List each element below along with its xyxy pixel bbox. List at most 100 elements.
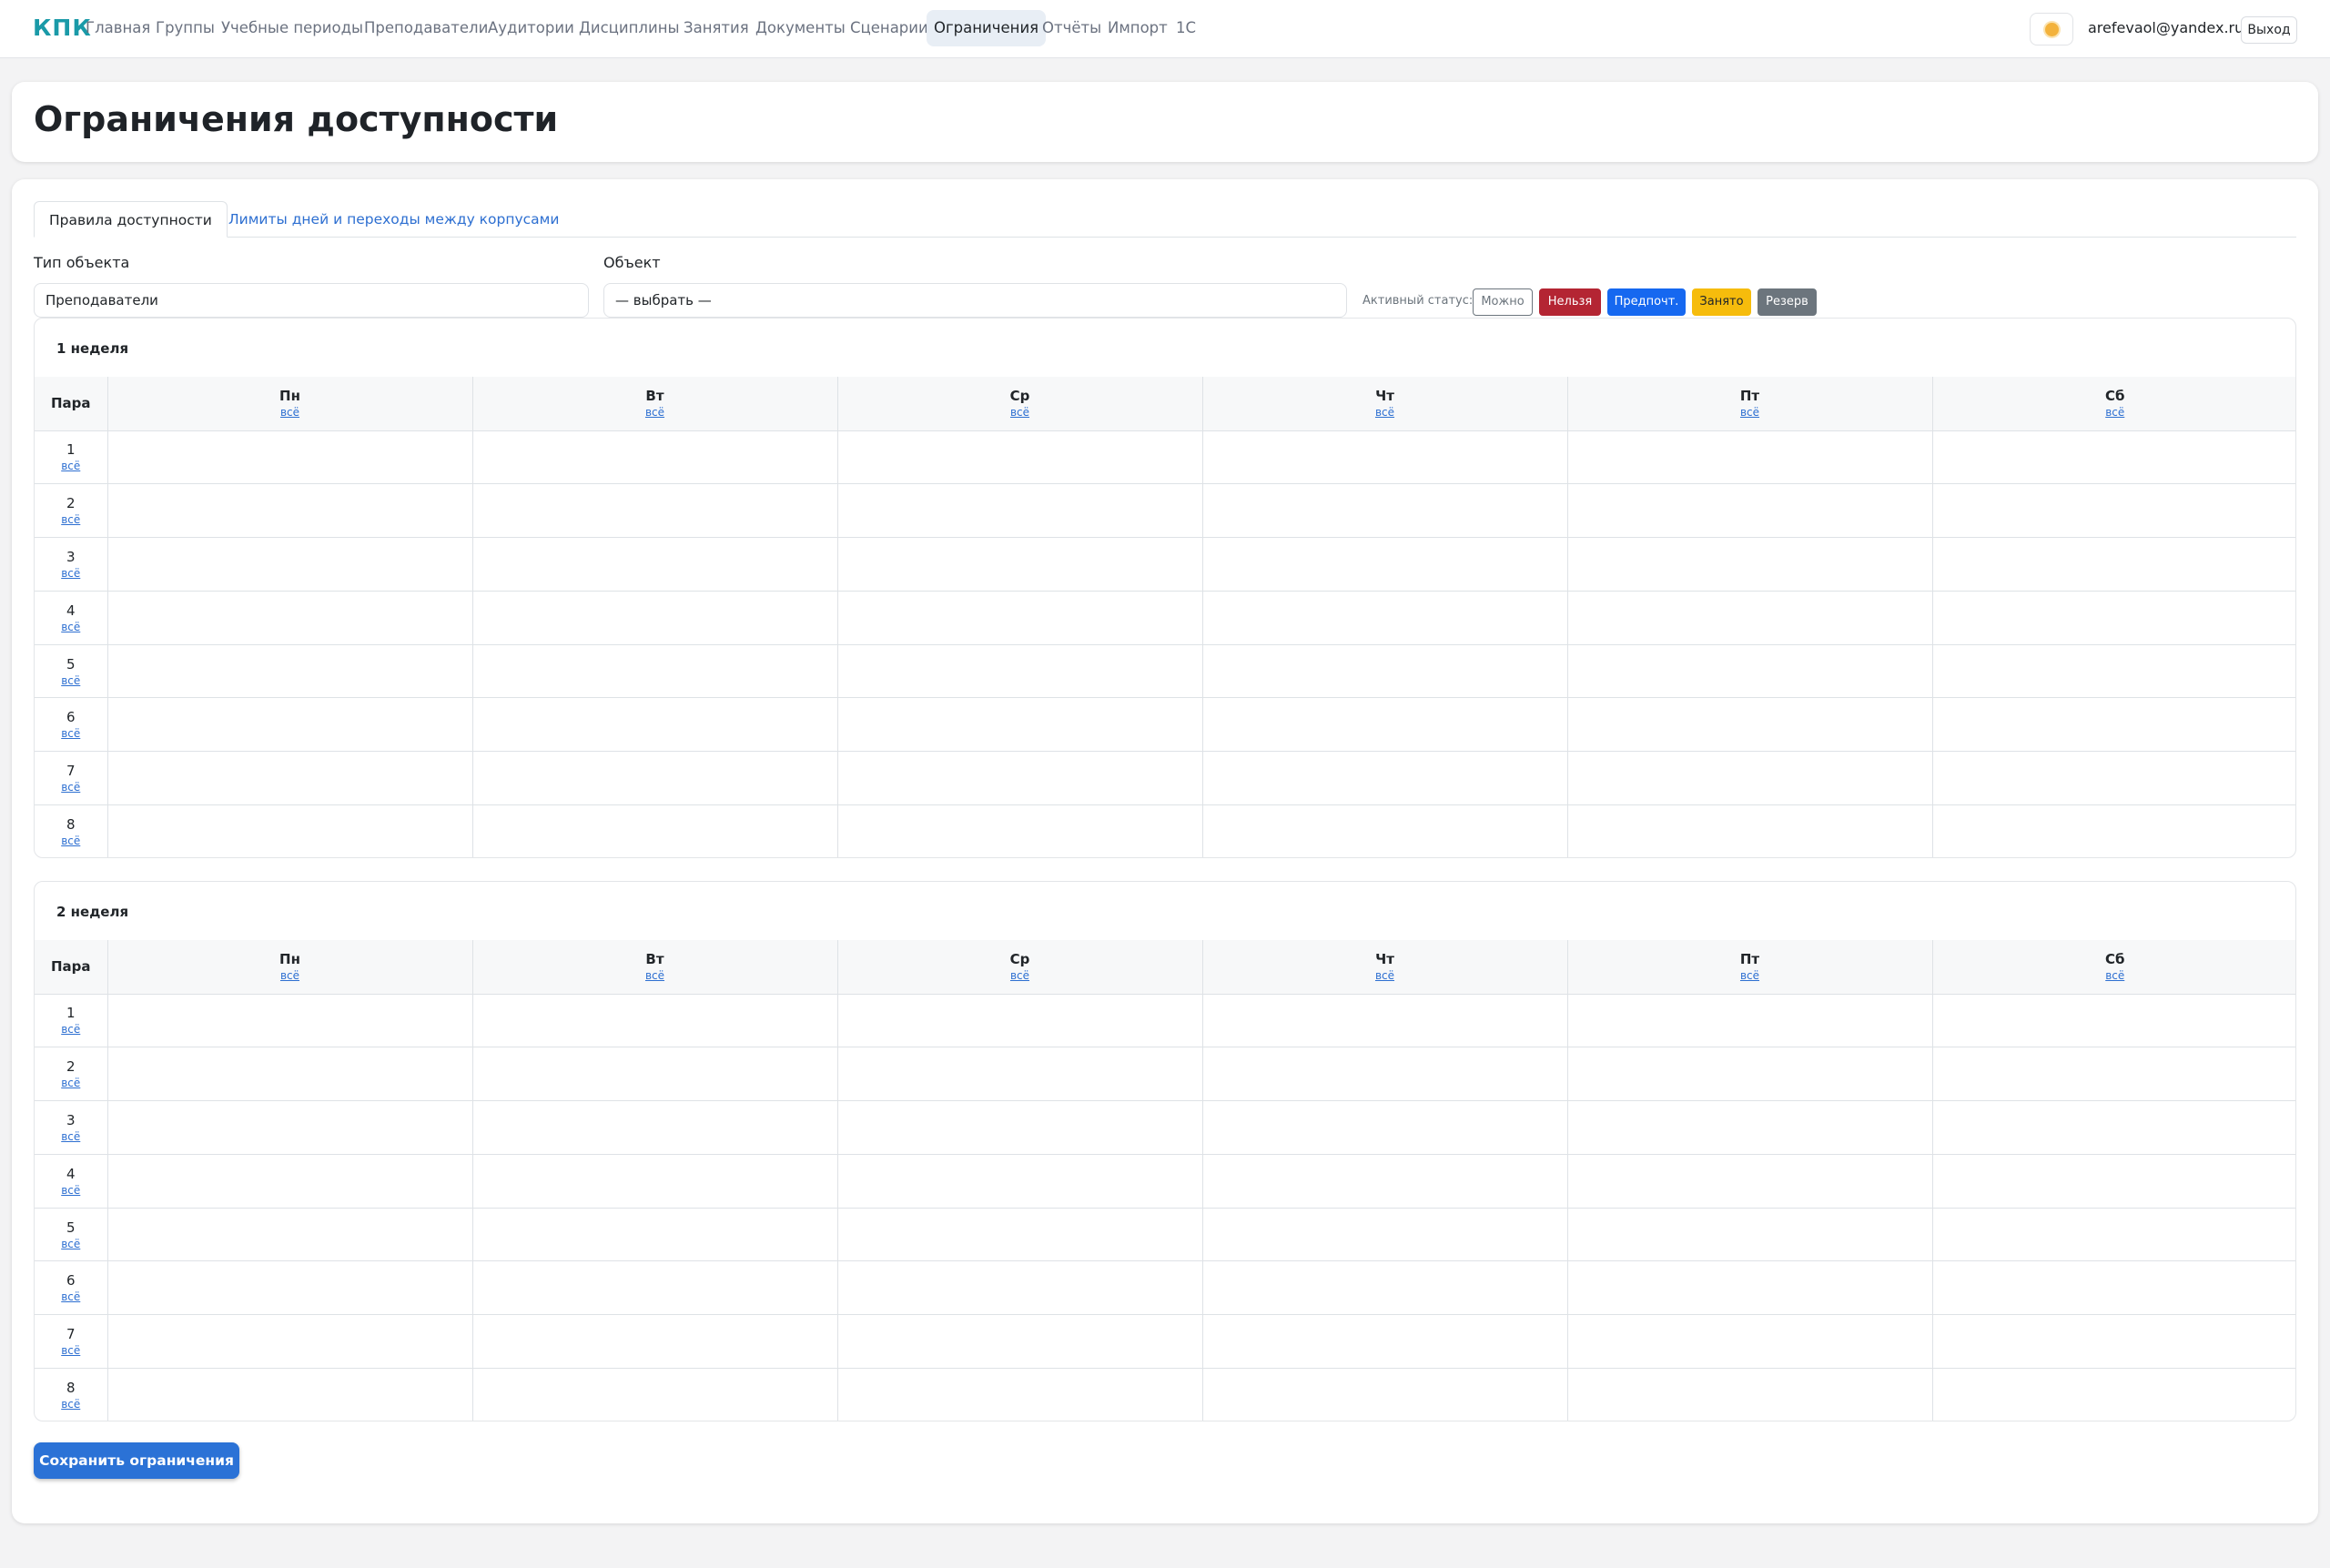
availability-cell[interactable] [1931,751,2295,806]
availability-cell[interactable] [1931,1368,2295,1421]
nav-item-periods[interactable]: Учебные периоды [221,14,363,46]
select-all-pair-link[interactable]: всё [35,780,107,794]
availability-cell[interactable] [471,1260,838,1316]
availability-cell[interactable] [836,804,1203,857]
availability-cell[interactable] [106,1260,473,1316]
availability-cell[interactable] [1201,697,1568,753]
availability-cell[interactable] [1201,430,1568,485]
availability-cell[interactable] [836,1207,1203,1262]
availability-cell[interactable] [1201,1100,1568,1155]
availability-cell[interactable] [106,430,473,485]
nav-item-disciplines[interactable]: Дисциплины [579,14,680,46]
status-reserve-button[interactable]: Резерв [1758,288,1817,316]
availability-cell[interactable] [1201,1368,1568,1421]
save-constraints-button[interactable]: Сохранить ограничения [34,1442,239,1479]
availability-cell[interactable] [106,697,473,753]
availability-cell[interactable] [836,993,1203,1048]
availability-cell[interactable] [1201,1314,1568,1370]
availability-cell[interactable] [1566,1047,1933,1102]
nav-item-rooms[interactable]: Аудитории [488,14,574,46]
availability-cell[interactable] [1566,804,1933,857]
availability-cell[interactable] [106,1100,473,1155]
availability-cell[interactable] [1931,804,2295,857]
availability-cell[interactable] [106,804,473,857]
availability-cell[interactable] [1201,483,1568,539]
availability-cell[interactable] [1201,537,1568,592]
select-all-day-link[interactable]: всё [1933,405,2296,420]
availability-cell[interactable] [1566,697,1933,753]
availability-cell[interactable] [471,430,838,485]
availability-cell[interactable] [471,590,838,645]
availability-cell[interactable] [836,697,1203,753]
select-all-day-link[interactable]: всё [473,968,837,983]
availability-cell[interactable] [1931,1314,2295,1370]
availability-cell[interactable] [1566,537,1933,592]
select-all-pair-link[interactable]: всё [35,512,107,527]
select-all-day-link[interactable]: всё [1203,968,1567,983]
brand-logo[interactable]: КПК [33,15,92,41]
status-forbidden-button[interactable]: Нельзя [1539,288,1601,316]
availability-cell[interactable] [471,537,838,592]
select-all-day-link[interactable]: всё [1568,405,1932,420]
status-allowed-button[interactable]: Можно [1473,288,1533,316]
nav-item-lessons[interactable]: Занятия [684,14,749,46]
availability-cell[interactable] [1566,1207,1933,1262]
availability-cell[interactable] [471,1100,838,1155]
object-select[interactable]: — выбрать — [603,283,1347,318]
select-all-pair-link[interactable]: всё [35,1343,107,1358]
availability-cell[interactable] [471,643,838,699]
availability-cell[interactable] [106,1207,473,1262]
availability-cell[interactable] [471,751,838,806]
availability-cell[interactable] [1566,1153,1933,1209]
availability-cell[interactable] [1201,1260,1568,1316]
availability-cell[interactable] [1201,1207,1568,1262]
availability-cell[interactable] [1931,697,2295,753]
select-all-pair-link[interactable]: всё [35,566,107,581]
availability-cell[interactable] [106,537,473,592]
availability-cell[interactable] [1566,993,1933,1048]
availability-cell[interactable] [1566,430,1933,485]
availability-cell[interactable] [1201,751,1568,806]
tab-availability-rules[interactable]: Правила доступности [34,201,228,238]
select-all-pair-link[interactable]: всё [35,1397,107,1411]
select-all-pair-link[interactable]: всё [35,1290,107,1304]
availability-cell[interactable] [836,1100,1203,1155]
nav-item-1c[interactable]: 1С [1176,14,1196,46]
availability-cell[interactable] [106,1047,473,1102]
availability-cell[interactable] [106,751,473,806]
availability-cell[interactable] [1566,643,1933,699]
nav-item-constraints[interactable]: Ограничения [927,10,1047,46]
availability-cell[interactable] [106,643,473,699]
availability-cell[interactable] [1566,1368,1933,1421]
availability-cell[interactable] [1931,643,2295,699]
availability-cell[interactable] [1931,1207,2295,1262]
availability-cell[interactable] [1201,1047,1568,1102]
object-type-select[interactable]: Преподаватели [34,283,589,318]
logout-button[interactable]: Выход [2241,16,2297,44]
select-all-day-link[interactable]: всё [1568,968,1932,983]
select-all-pair-link[interactable]: всё [35,673,107,688]
availability-cell[interactable] [1931,483,2295,539]
select-all-day-link[interactable]: всё [473,405,837,420]
select-all-day-link[interactable]: всё [1203,405,1567,420]
availability-cell[interactable] [471,804,838,857]
availability-cell[interactable] [836,643,1203,699]
select-all-pair-link[interactable]: всё [35,620,107,634]
availability-cell[interactable] [471,1153,838,1209]
nav-item-scenarios[interactable]: Сценарии [850,14,928,46]
availability-cell[interactable] [836,1260,1203,1316]
availability-cell[interactable] [836,537,1203,592]
nav-item-groups[interactable]: Группы [156,14,215,46]
availability-cell[interactable] [836,1047,1203,1102]
availability-cell[interactable] [1566,1314,1933,1370]
availability-cell[interactable] [836,590,1203,645]
availability-cell[interactable] [471,1047,838,1102]
availability-cell[interactable] [1931,1153,2295,1209]
availability-cell[interactable] [1201,993,1568,1048]
availability-cell[interactable] [836,751,1203,806]
select-all-pair-link[interactable]: всё [35,459,107,473]
select-all-pair-link[interactable]: всё [35,726,107,741]
availability-cell[interactable] [1201,590,1568,645]
availability-cell[interactable] [1931,1260,2295,1316]
availability-cell[interactable] [106,483,473,539]
